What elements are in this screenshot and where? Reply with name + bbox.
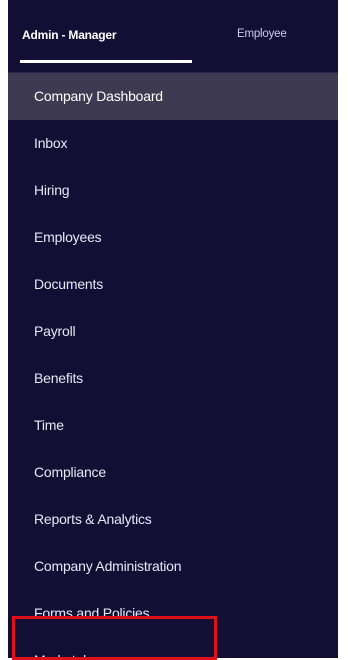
nav-item-company-administration[interactable]: Company Administration xyxy=(8,543,338,590)
tab-admin-manager[interactable]: Admin - Manager xyxy=(22,28,117,42)
nav-menu: Company Dashboard Inbox Hiring Employees… xyxy=(8,73,338,658)
nav-item-forms-and-policies[interactable]: Forms and Policies xyxy=(8,590,338,637)
nav-item-compliance[interactable]: Compliance xyxy=(8,449,338,496)
nav-item-payroll[interactable]: Payroll xyxy=(8,308,338,355)
nav-item-employees[interactable]: Employees xyxy=(8,214,338,261)
tab-employee[interactable]: Employee xyxy=(237,28,287,40)
nav-item-reports-analytics[interactable]: Reports & Analytics xyxy=(8,496,338,543)
nav-item-benefits[interactable]: Benefits xyxy=(8,355,338,402)
nav-item-documents[interactable]: Documents xyxy=(8,261,338,308)
nav-item-company-dashboard[interactable]: Company Dashboard xyxy=(8,73,338,120)
nav-item-inbox[interactable]: Inbox xyxy=(8,120,338,167)
active-tab-indicator xyxy=(20,60,192,63)
sidebar-nav: Admin - Manager Employee Company Dashboa… xyxy=(8,0,338,658)
nav-item-marketplace[interactable]: Marketplace xyxy=(8,637,338,658)
nav-item-time[interactable]: Time xyxy=(8,402,338,449)
nav-item-hiring[interactable]: Hiring xyxy=(8,167,338,214)
role-tabs: Admin - Manager Employee xyxy=(8,0,338,73)
